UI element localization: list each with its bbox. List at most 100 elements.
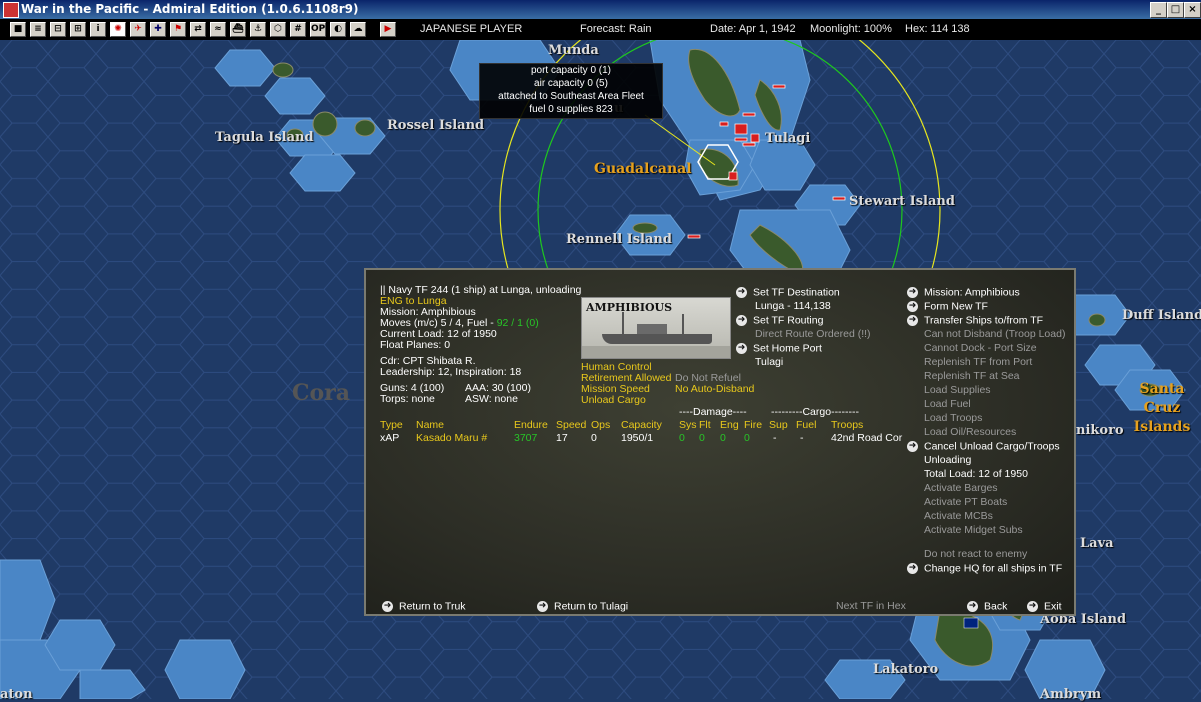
form-new-tf-label: Form New TF (924, 300, 988, 313)
load-oil-button[interactable]: Load Oil/Resources (924, 427, 1016, 438)
cell-endure: 3707 (514, 432, 538, 444)
hex-coordinate-label: Hex: 114 138 (905, 23, 970, 35)
minimize-button[interactable]: _ (1150, 2, 1167, 18)
col-capacity: Capacity (621, 419, 662, 431)
set-home-port-button[interactable]: ➜ Set Home Port (736, 343, 822, 354)
rising-sun-flag-icon[interactable]: ✺ (110, 22, 126, 37)
cell-speed: 17 (556, 432, 568, 444)
replenish-port-button[interactable]: Replenish TF from Port (924, 357, 1032, 368)
report-icon[interactable]: ≡ (30, 22, 46, 37)
activate-barges-button[interactable]: Activate Barges (924, 483, 998, 494)
exit-button[interactable]: ➜ Exit (1027, 601, 1062, 612)
cell-ship-name[interactable]: Kasado Maru # (416, 433, 487, 444)
hex-icon[interactable]: ⬡ (270, 22, 286, 37)
app-icon (3, 2, 19, 18)
tooltip-port-capacity: port capacity 0 (1) (530, 65, 612, 76)
supply-icon[interactable]: ≈ (210, 22, 226, 37)
arrow-icon: ➜ (537, 601, 548, 612)
maximize-button[interactable]: □ (1167, 2, 1184, 18)
activate-midget-subs-button[interactable]: Activate Midget Subs (924, 525, 1023, 536)
unloading-status: Unloading (924, 454, 972, 466)
arrow-icon: ➜ (967, 601, 978, 612)
arrow-icon: ➜ (736, 315, 747, 326)
cell-type: xAP (380, 432, 400, 444)
react-to-enemy-toggle[interactable]: Do not react to enemy (924, 549, 1027, 560)
return-to-tulagi-button[interactable]: ➜ Return to Tulagi (537, 601, 628, 612)
col-sys: Sys (679, 419, 697, 431)
disband-status: Can not Disband (Troop Load) (924, 328, 1066, 340)
total-load-status: Total Load: 12 of 1950 (924, 468, 1028, 480)
next-tf-button[interactable]: Next TF in Hex (836, 601, 906, 612)
ground-unit-icon[interactable]: ✚ (150, 22, 166, 37)
cell-capacity: 1950/1 (621, 432, 654, 444)
op-icon[interactable]: OP (310, 22, 326, 37)
fleet-icon[interactable]: ⚓ (250, 22, 266, 37)
cell-sys: 0 (679, 432, 685, 444)
end-turn-play-icon[interactable]: ▶ (380, 22, 396, 37)
air-unit-icon[interactable]: ✈ (130, 22, 146, 37)
label-coral-sea: Cora (292, 380, 351, 406)
disband-toggle[interactable]: No Auto-Disband (675, 384, 754, 395)
cancel-unload-button[interactable]: ➜ Cancel Unload Cargo/Troops (907, 441, 1060, 452)
ship-list-icon[interactable]: ⊟ (50, 22, 66, 37)
tf-float-planes: Float Planes: 0 (380, 339, 451, 351)
replenish-sea-button[interactable]: Replenish TF at Sea (924, 371, 1020, 382)
mission-button-label: Mission: Amphibious (924, 286, 1020, 299)
activate-mcbs-button[interactable]: Activate MCBs (924, 511, 993, 522)
info-icon[interactable]: i (90, 22, 106, 37)
set-destination-button[interactable]: ➜ Set TF Destination (736, 287, 840, 298)
close-button[interactable]: × (1184, 2, 1201, 18)
back-button[interactable]: ➜ Back (967, 601, 1007, 612)
label-stewart-island: Stewart Island (849, 194, 955, 209)
label-lava: Lava (1080, 536, 1114, 551)
fog-icon[interactable]: ◐ (330, 22, 346, 37)
change-hq-label: Change HQ for all ships in TF (924, 562, 1063, 575)
routes-icon[interactable]: ⇄ (190, 22, 206, 37)
col-endure: Endure (514, 419, 548, 431)
set-routing-button[interactable]: ➜ Set TF Routing (736, 315, 823, 326)
arrow-icon: ➜ (382, 601, 393, 612)
col-troops: Troops (831, 419, 864, 431)
weather-icon[interactable]: ☁ (350, 22, 366, 37)
activate-pt-boats-button[interactable]: Activate PT Boats (924, 497, 1007, 508)
cell-fire: 0 (744, 432, 750, 444)
toolbar: ■ ≡ ⊟ ⊞ i ✺ ✈ ✚ ⚑ ⇄ ≈ ⛴ ⚓ ⬡ # OP ◐ ☁ ▶ J… (0, 19, 1201, 40)
return-to-truk-button[interactable]: ➜ Return to Truk (382, 601, 466, 612)
mission-button[interactable]: ➜ Mission: Amphibious (907, 287, 1020, 298)
transfer-ships-button[interactable]: ➜ Transfer Ships to/from TF (907, 315, 1043, 326)
cell-flt: 0 (699, 432, 705, 444)
ships-icon[interactable]: ⛴ (230, 22, 246, 37)
back-label: Back (984, 600, 1008, 613)
label-munda: Munda (548, 43, 599, 58)
game-menu-icon[interactable]: ■ (10, 22, 26, 37)
cell-ops: 0 (591, 432, 597, 444)
tooltip-fuel-supplies: fuel 0 supplies 823 (529, 104, 613, 115)
air-list-icon[interactable]: ⊞ (70, 22, 86, 37)
load-troops-button[interactable]: Load Troops (924, 413, 982, 424)
set-destination-label: Set TF Destination (753, 286, 840, 299)
label-rossel-island: Rossel Island (387, 118, 485, 133)
form-new-tf-button[interactable]: ➜ Form New TF (907, 301, 988, 312)
grid-icon[interactable]: # (290, 22, 306, 37)
exit-label: Exit (1044, 600, 1062, 613)
direct-route-status: Direct Route Ordered (!!) (755, 328, 871, 340)
base-flag-icon[interactable]: ⚑ (170, 22, 186, 37)
cell-fuel: - (800, 432, 804, 444)
window-title: War in the Pacific - Admiral Edition (1.… (21, 2, 359, 16)
cancel-unload-label: Cancel Unload Cargo/Troops (924, 440, 1060, 453)
label-lakatoro: Lakatoro (873, 662, 939, 677)
col-ops: Ops (591, 419, 611, 431)
arrow-icon: ➜ (736, 287, 747, 298)
load-fuel-button[interactable]: Load Fuel (924, 399, 971, 410)
task-force-panel: || Navy TF 244 (1 ship) at Lunga, unload… (364, 268, 1076, 616)
load-supplies-button[interactable]: Load Supplies (924, 385, 991, 396)
set-home-port-label: Set Home Port (753, 342, 822, 355)
tooltip-air-capacity: air capacity 0 (5) (534, 78, 608, 89)
tf-torps: Torps: none (380, 393, 435, 405)
unload-toggle[interactable]: Unload Cargo (581, 395, 646, 406)
tf-mission-photo: AMPHIBIOUS (581, 297, 731, 359)
col-fire: Fire (744, 419, 763, 431)
change-hq-button[interactable]: ➜ Change HQ for all ships in TF (907, 563, 1062, 574)
col-name: Name (416, 419, 445, 431)
damage-header: ----Damage---- (679, 406, 747, 418)
